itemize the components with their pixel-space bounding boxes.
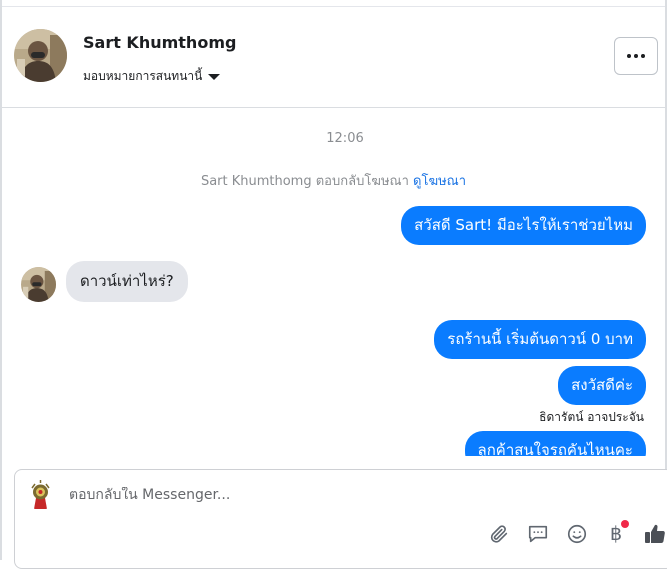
reply-input[interactable] bbox=[69, 487, 489, 503]
conversation-header: Sart Khumthomg มอบหมายการสนทนานี้ bbox=[0, 7, 667, 108]
more-icon bbox=[627, 54, 645, 58]
attach-button[interactable] bbox=[486, 521, 512, 547]
emoji-button[interactable] bbox=[564, 521, 590, 547]
saved-replies-icon bbox=[528, 525, 548, 543]
message-outgoing[interactable]: ลูกค้าสนใจรถคันไหนคะ bbox=[464, 431, 646, 456]
reply-composer: ฿ bbox=[14, 469, 667, 569]
more-options-button[interactable] bbox=[614, 37, 658, 75]
message-outgoing[interactable]: สวัสดี Sart! มีอะไรให้เราช่วยไหม bbox=[401, 206, 646, 245]
payment-button[interactable]: ฿ bbox=[603, 520, 629, 547]
ad-reply-text: Sart Khumthomg ตอบกลับโฆษณา bbox=[200, 174, 409, 189]
contact-avatar[interactable] bbox=[14, 29, 67, 82]
ad-reply-notice: Sart Khumthomg ตอบกลับโฆษณา ดูโฆษณา bbox=[0, 170, 667, 191]
contact-name[interactable]: Sart Khumthomg bbox=[83, 33, 236, 52]
assign-conversation-dropdown[interactable]: มอบหมายการสนทนานี้ bbox=[83, 67, 221, 86]
paperclip-icon bbox=[490, 525, 508, 543]
emoji-icon bbox=[567, 524, 587, 544]
timestamp: 12:06 bbox=[326, 131, 364, 146]
sender-label: ธิดารัตน์ อาจประจัน bbox=[539, 410, 644, 424]
page-avatar bbox=[25, 479, 56, 510]
assign-label: มอบหมายการสนทนานี้ bbox=[83, 69, 203, 83]
saved-replies-button[interactable] bbox=[525, 521, 551, 547]
message-thread[interactable]: 12:06 Sart Khumthomg ตอบกลับโฆษณา ดูโฆษณ… bbox=[0, 108, 667, 456]
message-outgoing[interactable]: รถร้านนี้ เริ่มต้นดาวน์ 0 บาท bbox=[434, 320, 646, 359]
like-button[interactable] bbox=[642, 521, 667, 547]
caret-down-icon bbox=[208, 74, 221, 80]
notification-dot bbox=[621, 520, 629, 528]
baht-icon: ฿ bbox=[609, 523, 623, 545]
message-outgoing[interactable]: สงวัสดีค่ะ bbox=[558, 366, 646, 405]
contact-avatar-small[interactable] bbox=[21, 267, 56, 302]
like-icon bbox=[645, 524, 665, 543]
message-incoming[interactable]: ดาวน์เท่าไหร่? bbox=[66, 261, 188, 302]
view-ad-link[interactable]: ดูโฆษณา bbox=[413, 174, 466, 189]
